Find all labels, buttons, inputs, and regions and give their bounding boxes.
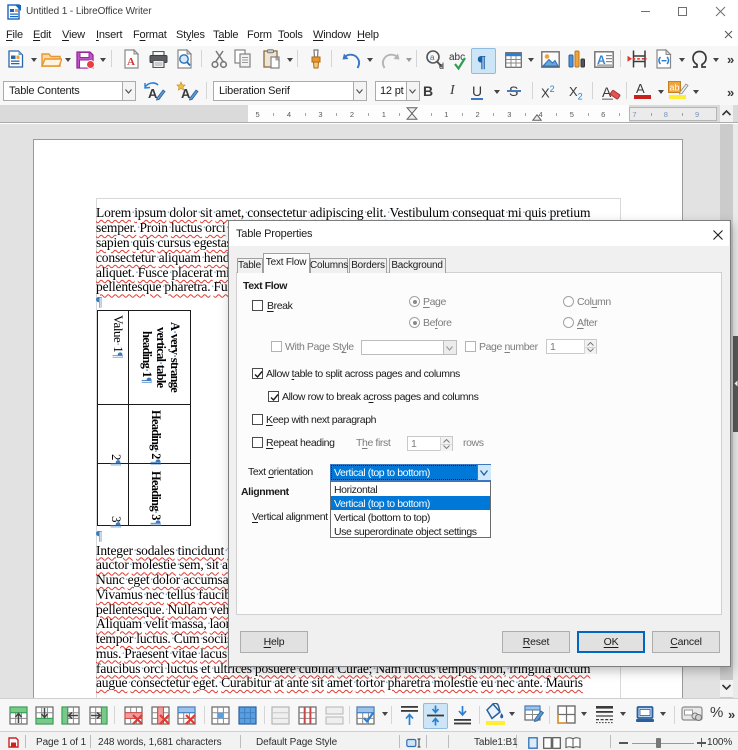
svg-text:a: a (430, 53, 435, 62)
svg-text:d: d (439, 61, 444, 70)
svg-text:A: A (127, 56, 135, 68)
svg-text:ab: ab (670, 83, 680, 93)
svg-text:A: A (602, 84, 612, 100)
